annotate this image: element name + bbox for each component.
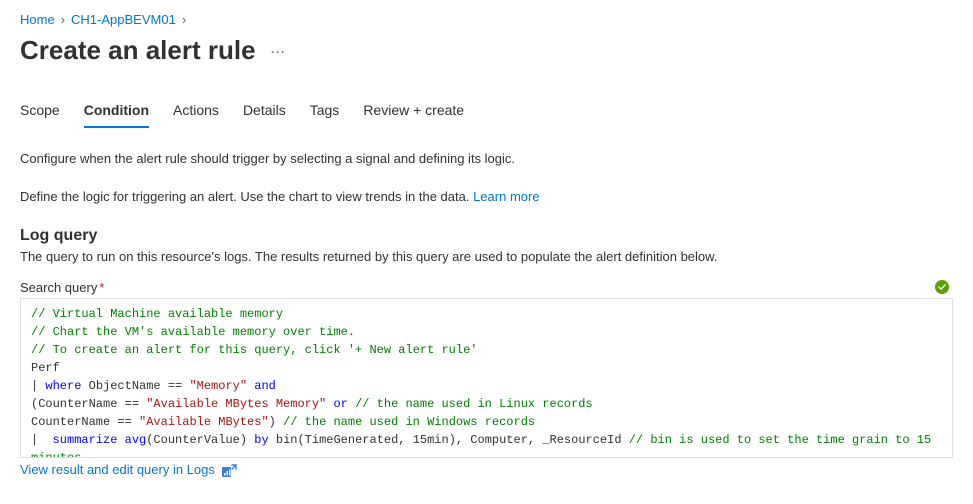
required-asterisk: *: [99, 280, 104, 295]
logs-icon: [221, 462, 237, 478]
breadcrumb: Home › CH1-AppBEVM01 ›: [20, 12, 953, 27]
tab-actions[interactable]: Actions: [173, 102, 219, 128]
tabs: Scope Condition Actions Details Tags Rev…: [20, 102, 953, 128]
search-query-label: Search query: [20, 280, 97, 295]
tab-tags[interactable]: Tags: [310, 102, 340, 128]
page-title: Create an alert rule: [20, 35, 256, 66]
condition-description-2: Define the logic for triggering an alert…: [20, 188, 953, 206]
log-query-description: The query to run on this resource's logs…: [20, 249, 953, 264]
view-result-in-logs-link[interactable]: View result and edit query in Logs: [20, 462, 215, 477]
breadcrumb-resource[interactable]: CH1-AppBEVM01: [71, 12, 176, 27]
learn-more-link[interactable]: Learn more: [473, 189, 539, 204]
breadcrumb-sep-icon: ›: [182, 12, 186, 27]
tab-scope[interactable]: Scope: [20, 102, 60, 128]
log-query-heading: Log query: [20, 227, 953, 245]
breadcrumb-sep-icon: ›: [61, 12, 65, 27]
validation-success-icon: [935, 280, 949, 294]
tab-review-create[interactable]: Review + create: [363, 102, 464, 128]
breadcrumb-home[interactable]: Home: [20, 12, 55, 27]
search-query-label-row: Search query*: [20, 280, 953, 295]
search-query-input[interactable]: // Virtual Machine available memory // C…: [20, 298, 953, 458]
tab-details[interactable]: Details: [243, 102, 286, 128]
tab-condition[interactable]: Condition: [84, 102, 149, 128]
condition-description-2-text: Define the logic for triggering an alert…: [20, 189, 473, 204]
condition-description-1: Configure when the alert rule should tri…: [20, 150, 953, 168]
more-actions-button[interactable]: …: [270, 40, 287, 62]
page-header: Create an alert rule …: [20, 35, 953, 66]
